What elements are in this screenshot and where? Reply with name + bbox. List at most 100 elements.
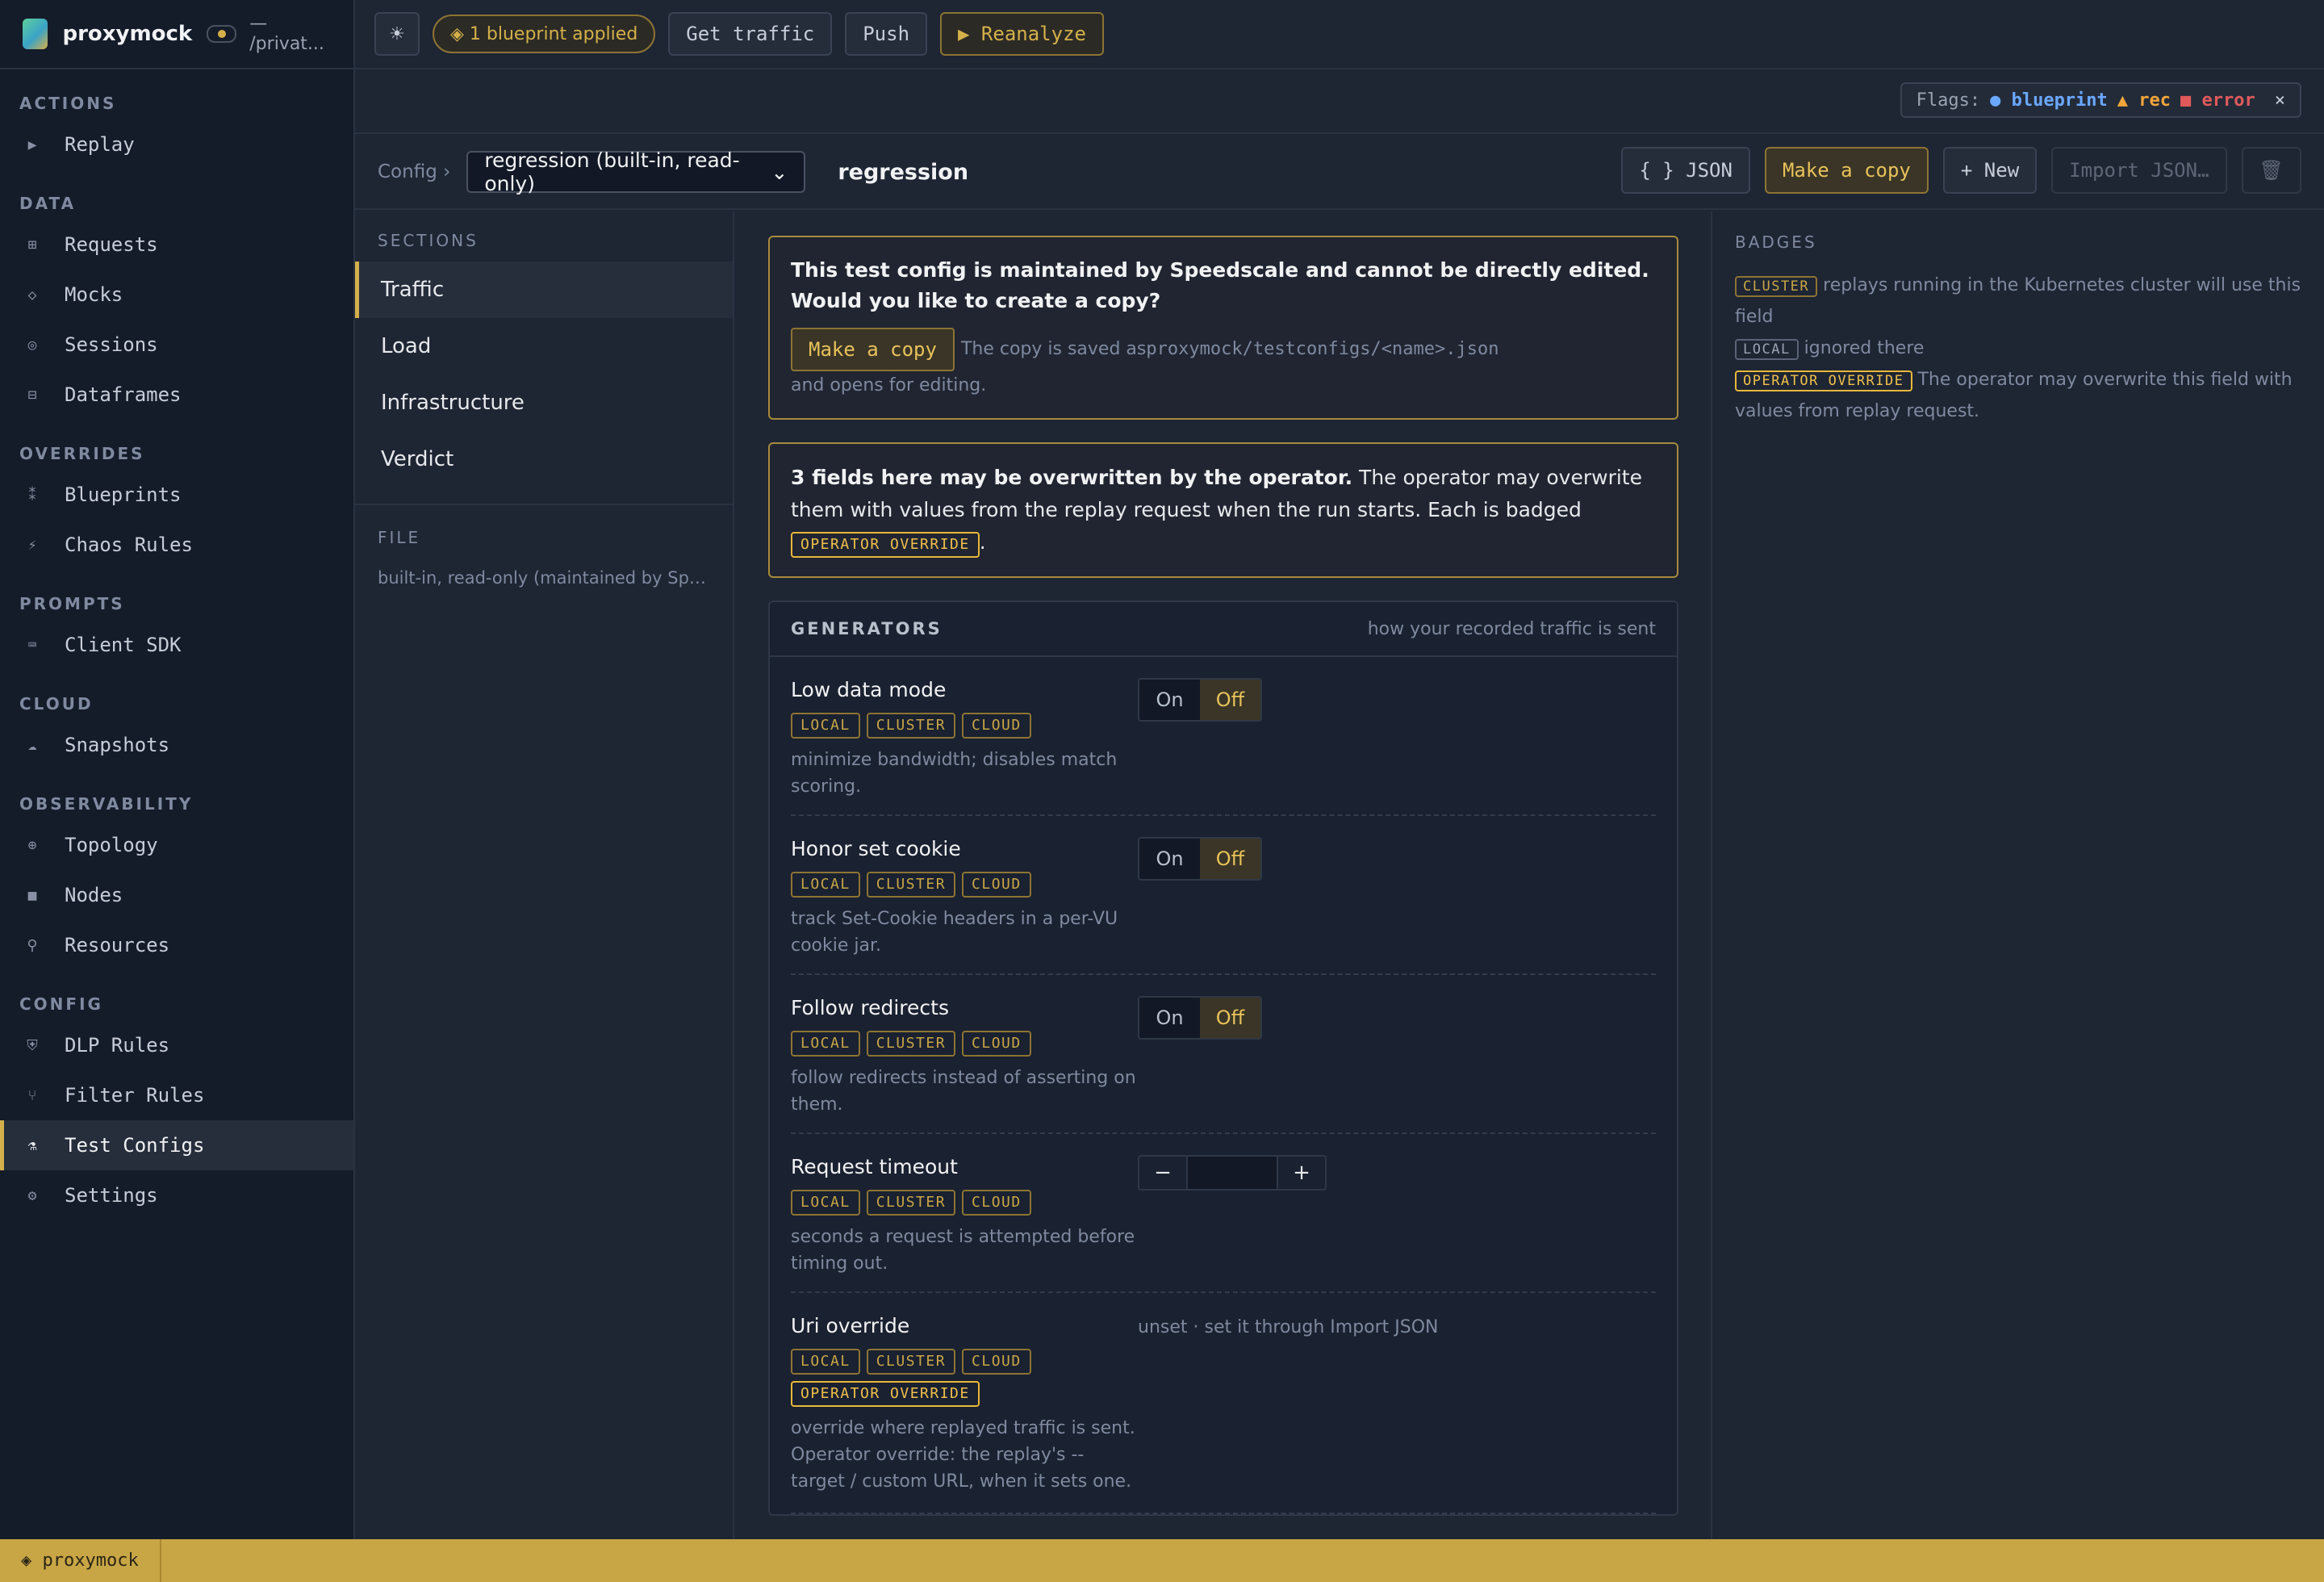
app-logo-icon	[23, 19, 48, 49]
field-uri-override: Uri override LOCAL CLUSTER CLOUD OPERATOR OV…	[791, 1293, 1656, 1514]
sidebar-item-blueprints[interactable]: ⁑ Blueprints	[0, 470, 353, 520]
new-config-button[interactable]: + New	[1942, 147, 2038, 194]
field-name: Follow redirects	[791, 996, 949, 1019]
shield-icon: ⛨	[27, 1036, 38, 1054]
sidebar-item-snapshots[interactable]: ☁ Snapshots	[0, 720, 353, 770]
field-badges: LOCAL CLUSTER CLOUD	[791, 1031, 1138, 1057]
field-badges: LOCAL CLUSTER CLOUD	[791, 1190, 1138, 1216]
nav-section-title: CONFIG	[19, 994, 103, 1014]
theme-toggle-button[interactable]: ☀	[374, 12, 420, 56]
reanalyze-button[interactable]: ▶ Reanalyze	[940, 12, 1104, 56]
read-only-notice: This test config is maintained by Speeds…	[768, 236, 1678, 420]
keyboard-icon: ⌨	[27, 636, 37, 654]
nav-section-title: OBSERVABILITY	[19, 794, 194, 814]
toggle-on[interactable]: On	[1139, 680, 1200, 720]
generators-subtitle: how your recorded traffic is sent	[1367, 618, 1656, 639]
on-off-toggle[interactable]: On Off	[1138, 678, 1262, 722]
sidebar-item-settings[interactable]: ⚙ Settings	[0, 1170, 353, 1220]
sidebar-item-replay[interactable]: ▶ Replay	[0, 119, 353, 170]
sidebar-item-filter-rules[interactable]: ⑂ Filter Rules	[0, 1070, 353, 1120]
gear-icon: ⚙	[27, 1186, 37, 1204]
field-low-data-mode: Low data mode LOCAL CLUSTER CLOUD minimize b…	[791, 657, 1656, 816]
field-name: Honor set cookie	[791, 837, 961, 860]
toggle-off[interactable]: Off	[1200, 680, 1260, 720]
flags-bar: Flags: ● blueprint ▲ rec ■ error ×	[355, 71, 2324, 134]
unset-hint: unset · set it through Import JSON	[1138, 1317, 1439, 1337]
flask-icon: ⚗	[27, 1136, 37, 1154]
sections-heading: SECTIONS	[378, 231, 479, 250]
make-copy-button[interactable]: Make a copy	[1764, 147, 1929, 194]
sidebar-item-nodes[interactable]: ■ Nodes	[0, 870, 353, 920]
sidebar-item-label: Client SDK	[65, 634, 182, 656]
cloud-badge: CLOUD	[962, 1349, 1031, 1375]
field-name: Uri override	[791, 1314, 910, 1337]
notice-help-b: and opens for editing.	[791, 375, 987, 396]
field-badges: LOCAL CLUSTER CLOUD	[791, 713, 1138, 739]
on-off-toggle[interactable]: On Off	[1138, 996, 1262, 1040]
notice-make-copy-button[interactable]: Make a copy	[791, 328, 955, 371]
status-indicator-icon[interactable]	[207, 25, 237, 43]
stepper-input[interactable]	[1186, 1157, 1278, 1189]
cluster-badge: CLUSTER	[866, 1190, 956, 1216]
sidebar-item-test-configs[interactable]: ⚗ Test Configs	[0, 1120, 353, 1170]
grid-icon: ⊞	[27, 236, 37, 253]
badge-legend-operator: OPERATOR OVERRIDE The operator may overw…	[1735, 364, 2301, 427]
notice-help-path: proxymock/testconfigs/<name>.json	[1146, 339, 1499, 359]
sidebar-item-dlp-rules[interactable]: ⛨ DLP Rules	[0, 1020, 353, 1070]
sidebar-item-mocks[interactable]: ◇ Mocks	[0, 270, 353, 320]
blueprint-applied-pill[interactable]: ◈ 1 blueprint applied	[433, 15, 656, 53]
sun-icon: ☀	[389, 23, 405, 44]
import-json-button[interactable]: Import JSON…	[2051, 147, 2227, 194]
flags-legend: Flags: ● blueprint ▲ rec ■ error ×	[1900, 82, 2301, 118]
badges-panel: BADGES CLUSTER replays running in the Ku…	[1711, 211, 2324, 1539]
json-button[interactable]: { } JSON	[1621, 147, 1750, 194]
on-off-toggle[interactable]: On Off	[1138, 837, 1262, 881]
toggle-on[interactable]: On	[1139, 998, 1200, 1038]
toggle-on[interactable]: On	[1139, 839, 1200, 879]
field-description: follow redirects instead of asserting on…	[791, 1068, 1136, 1115]
section-tab-infrastructure[interactable]: Infrastructure	[355, 375, 733, 431]
close-icon[interactable]: ×	[2275, 90, 2285, 111]
local-badge: LOCAL	[791, 1031, 860, 1057]
app-name: proxymock	[62, 22, 193, 46]
toggle-off[interactable]: Off	[1200, 839, 1260, 879]
sidebar-item-dataframes[interactable]: ⊟ Dataframes	[0, 370, 353, 420]
timeout-stepper[interactable]: − +	[1138, 1155, 1327, 1191]
get-traffic-button[interactable]: Get traffic	[668, 12, 833, 56]
section-tab-load[interactable]: Load	[355, 318, 733, 375]
minus-button[interactable]: −	[1139, 1157, 1186, 1189]
push-button[interactable]: Push	[845, 12, 928, 56]
notice-title: This test config is maintained by Speeds…	[791, 258, 1649, 312]
generator-fields: Low data mode LOCAL CLUSTER CLOUD minimize b…	[770, 657, 1677, 1514]
field-name: Low data mode	[791, 678, 947, 701]
field-description: override where replayed traffic is sent.…	[791, 1418, 1135, 1492]
top-toolbar: ☀ ◈ 1 blueprint applied Get traffic Push…	[355, 0, 2324, 69]
field-honor-set-cookie: Honor set cookie LOCAL CLUSTER CLOUD track S…	[791, 816, 1656, 975]
breadcrumb: Config ›	[378, 161, 451, 182]
sidebar-item-requests[interactable]: ⊞ Requests	[0, 220, 353, 270]
section-tab-traffic[interactable]: Traffic	[355, 262, 733, 318]
operator-badge: OPERATOR OVERRIDE	[1735, 370, 1912, 391]
field-badges: LOCAL CLUSTER CLOUD	[791, 872, 1138, 898]
sidebar-item-client-sdk[interactable]: ⌨ Client SDK	[0, 620, 353, 670]
plus-button[interactable]: +	[1278, 1157, 1325, 1189]
operator-override-badge: OPERATOR OVERRIDE	[791, 1381, 980, 1407]
status-bar-app[interactable]: ◈ proxymock	[0, 1539, 161, 1582]
sidebar-item-label: Mocks	[65, 283, 123, 306]
toggle-off[interactable]: Off	[1200, 998, 1260, 1038]
cluster-badge: CLUSTER	[866, 1031, 956, 1057]
cloud-badge: CLOUD	[962, 713, 1031, 739]
flag-blueprint: ● blueprint	[1990, 90, 2108, 111]
bolt-icon: ⚡	[27, 536, 37, 554]
cluster-badge: CLUSTER	[1735, 276, 1818, 297]
sidebar-item-resources[interactable]: ⚲ Resources	[0, 920, 353, 970]
sidebar-item-topology[interactable]: ⊕ Topology	[0, 820, 353, 870]
config-select-value: regression (built-in, read-only)	[484, 149, 740, 195]
sidebar-item-label: Filter Rules	[65, 1084, 205, 1107]
sidebar-item-sessions[interactable]: ◎ Sessions	[0, 320, 353, 370]
delete-button[interactable]: 🗑	[2241, 147, 2301, 194]
cluster-badge: CLUSTER	[866, 1349, 956, 1375]
config-select[interactable]: regression (built-in, read-only) ⌄	[466, 149, 806, 195]
section-tab-verdict[interactable]: Verdict	[355, 431, 733, 488]
sidebar-item-chaos-rules[interactable]: ⚡ Chaos Rules	[0, 520, 353, 570]
